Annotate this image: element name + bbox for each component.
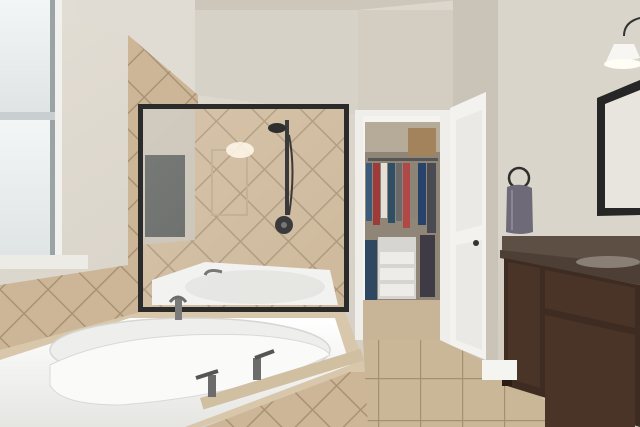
framed-mirror xyxy=(597,80,640,216)
baseboard xyxy=(482,360,517,380)
bathroom-photo xyxy=(0,0,640,427)
glass-shower-enclosure xyxy=(138,104,349,312)
